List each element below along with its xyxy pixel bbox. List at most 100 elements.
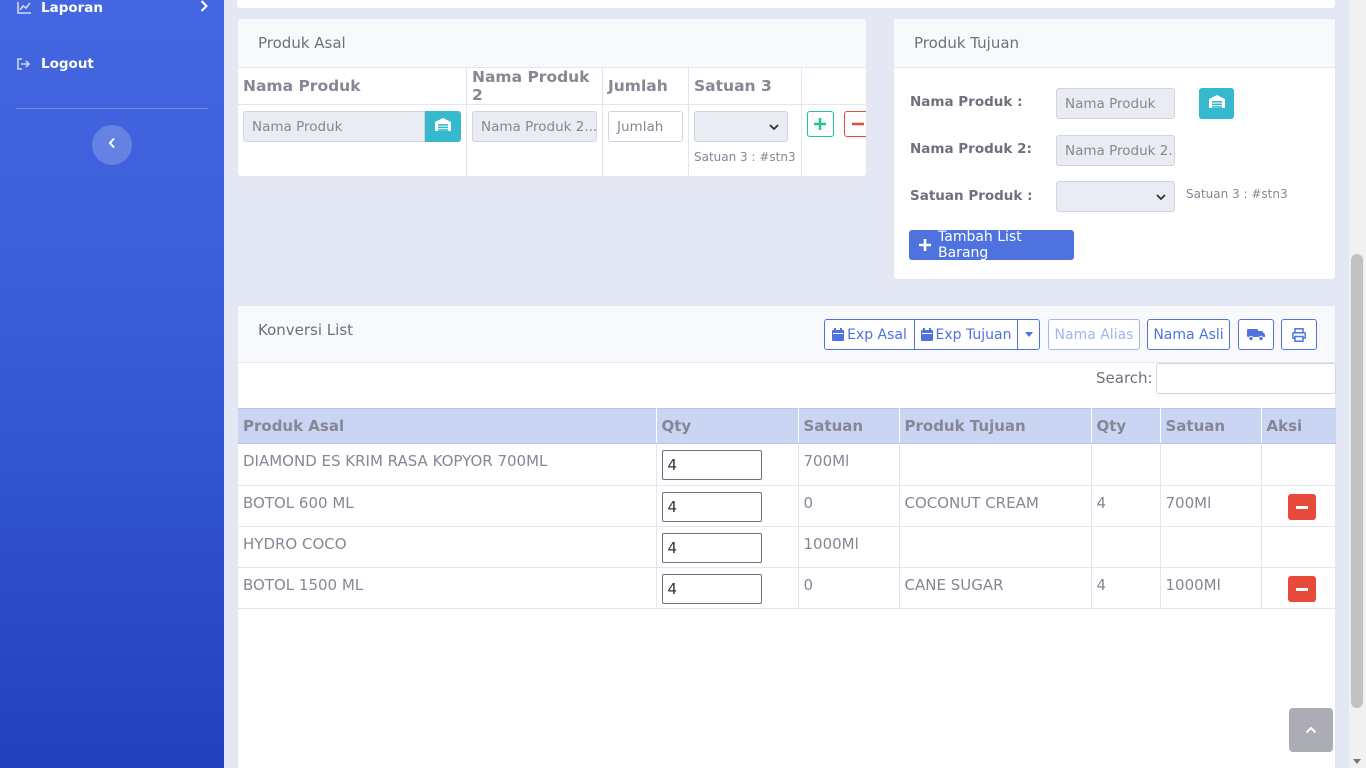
warehouse-button[interactable] <box>425 111 461 142</box>
delete-row-button[interactable] <box>1287 494 1316 520</box>
column-header[interactable]: Satuan <box>798 408 900 444</box>
tambah-list-barang-button[interactable]: Tambah List Barang <box>909 229 1074 261</box>
cell: Jumlah <box>602 104 689 176</box>
chevron-down-icon <box>1156 189 1166 205</box>
produk-asal-card: Produk Asal Nama Produk Nama Produk 2 Ju… <box>237 18 867 177</box>
column-header: Nama Produk <box>238 68 467 105</box>
button-label: Nama Asli <box>1153 326 1224 343</box>
warehouse-icon <box>1208 94 1226 113</box>
aksi-cell <box>1261 526 1336 568</box>
calendar-icon <box>920 328 933 341</box>
add-row-button[interactable] <box>806 111 834 137</box>
column-header: Satuan 3 <box>688 68 802 105</box>
nama-asli-button[interactable]: Nama Asli <box>1147 319 1230 350</box>
satuan-tujuan-cell: 700Ml <box>1160 485 1262 527</box>
satuan-tujuan-cell <box>1160 443 1262 486</box>
sidebar-item-laporan[interactable]: Laporan <box>16 0 208 16</box>
delete-row-button[interactable] <box>1287 576 1316 602</box>
produk-asal-header: Produk Asal <box>238 19 866 68</box>
column-header-empty <box>801 68 866 105</box>
sidebar-item-logout[interactable]: Logout <box>16 56 94 72</box>
scroll-to-top-button[interactable] <box>1289 708 1333 752</box>
qty-input[interactable]: 4 <box>661 492 762 522</box>
nama-produk-input[interactable]: Nama Produk <box>243 111 425 142</box>
satuan-cell: 0 <box>798 567 900 609</box>
chart-icon <box>16 1 32 15</box>
qty-input[interactable]: 4 <box>661 533 762 563</box>
qty-input[interactable]: 4 <box>661 450 762 480</box>
satuan-3-select[interactable] <box>694 111 788 142</box>
produk-tujuan-header: Produk Tujuan <box>894 19 1335 68</box>
produk-asal-cell: HYDRO COCO <box>238 526 657 568</box>
satuan-cell: 0 <box>798 485 900 527</box>
sidebar-toggle-button[interactable] <box>92 125 132 165</box>
scrollbar-thumb[interactable] <box>1351 254 1363 708</box>
sidebar-item-label: Laporan <box>41 0 104 16</box>
column-header[interactable]: Qty <box>656 408 799 444</box>
column-header[interactable]: Satuan <box>1160 408 1262 444</box>
qty-tujuan-cell <box>1091 443 1161 486</box>
calendar-icon <box>832 328 845 341</box>
label-satuan-produk: Satuan Produk : <box>910 188 1033 204</box>
cell <box>801 105 866 177</box>
page-scrollbar[interactable] <box>1349 0 1366 768</box>
warehouse-icon <box>434 117 452 136</box>
column-header[interactable]: Aksi <box>1261 408 1336 444</box>
card-title: Produk Tujuan <box>914 34 1020 52</box>
qty-tujuan-cell: 4 <box>1091 567 1161 609</box>
table-row: DIAMOND ES KRIM RASA KOPYOR 700ML 4 700M… <box>238 443 1336 486</box>
sidebar-item-label: Logout <box>41 56 94 72</box>
nama-produk-2-tujuan-input[interactable]: Nama Produk 2... <box>1056 135 1175 166</box>
sidebar-divider <box>16 108 208 109</box>
button-label: Exp Tujuan <box>935 326 1012 343</box>
nama-produk-2-input[interactable]: Nama Produk 2... <box>472 111 597 142</box>
qty-cell: 4 <box>656 443 799 486</box>
satuan-tujuan-cell <box>1160 526 1262 568</box>
print-button[interactable] <box>1281 319 1317 350</box>
jumlah-input[interactable]: Jumlah <box>608 111 683 142</box>
nama-alias-button[interactable]: Nama Alias <box>1048 319 1140 350</box>
qty-input[interactable]: 4 <box>661 574 762 604</box>
search-input[interactable] <box>1156 363 1336 394</box>
scroll-down-arrow-icon[interactable] <box>1353 759 1361 764</box>
aksi-cell <box>1261 485 1336 527</box>
exp-tujuan-button[interactable]: Exp Tujuan <box>914 319 1018 350</box>
chevron-down-icon <box>769 119 779 135</box>
previous-card <box>236 0 1336 9</box>
produk-asal-cell: BOTOL 1500 ML <box>238 567 657 609</box>
chevron-right-icon <box>200 0 208 16</box>
satuan-cell: 700Ml <box>798 443 900 486</box>
produk-asal-table: Nama Produk Nama Produk 2 Jumlah Satuan … <box>238 68 866 177</box>
column-header: Jumlah <box>602 68 689 105</box>
minus-icon <box>851 122 864 126</box>
qty-tujuan-cell: 4 <box>1091 485 1161 527</box>
cell: Nama Produk 2... <box>466 104 603 176</box>
plus-icon <box>814 118 827 130</box>
card-title: Produk Asal <box>258 34 346 52</box>
exp-asal-button[interactable]: Exp Asal <box>824 319 915 350</box>
export-dropdown-button[interactable] <box>1017 319 1040 350</box>
card-title: Konversi List <box>258 321 354 339</box>
caret-down-icon <box>1024 332 1033 337</box>
nama-produk-tujuan-input[interactable]: Nama Produk <box>1056 88 1175 119</box>
aksi-cell <box>1261 567 1336 609</box>
konversi-table: Produk Asal Qty Satuan Produk Tujuan Qty… <box>238 408 1336 609</box>
button-label: Tambah List Barang <box>938 229 1022 261</box>
produk-asal-cell: DIAMOND ES KRIM RASA KOPYOR 700ML <box>238 443 657 486</box>
sidebar: Laporan Logout <box>0 0 224 768</box>
truck-button[interactable] <box>1238 319 1274 350</box>
remove-row-button[interactable] <box>844 111 866 137</box>
warehouse-button[interactable] <box>1199 88 1234 119</box>
konversi-list-card: Konversi List Exp Asal Exp Tujuan Nama A… <box>237 305 1336 768</box>
label-nama-produk: Nama Produk : <box>910 94 1023 110</box>
label-nama-produk-2: Nama Produk 2: <box>910 141 1032 157</box>
column-header[interactable]: Produk Tujuan <box>899 408 1092 444</box>
produk-asal-cell: BOTOL 600 ML <box>238 485 657 527</box>
produk-tujuan-cell <box>899 526 1092 568</box>
satuan-note: Satuan 3 : #stn3 <box>1186 187 1288 201</box>
column-header[interactable]: Produk Asal <box>238 408 657 444</box>
table-row: HYDRO COCO 4 1000Ml <box>238 526 1336 568</box>
satuan-produk-select[interactable] <box>1056 181 1175 212</box>
column-header[interactable]: Qty <box>1091 408 1161 444</box>
chevron-up-icon <box>1305 726 1317 734</box>
